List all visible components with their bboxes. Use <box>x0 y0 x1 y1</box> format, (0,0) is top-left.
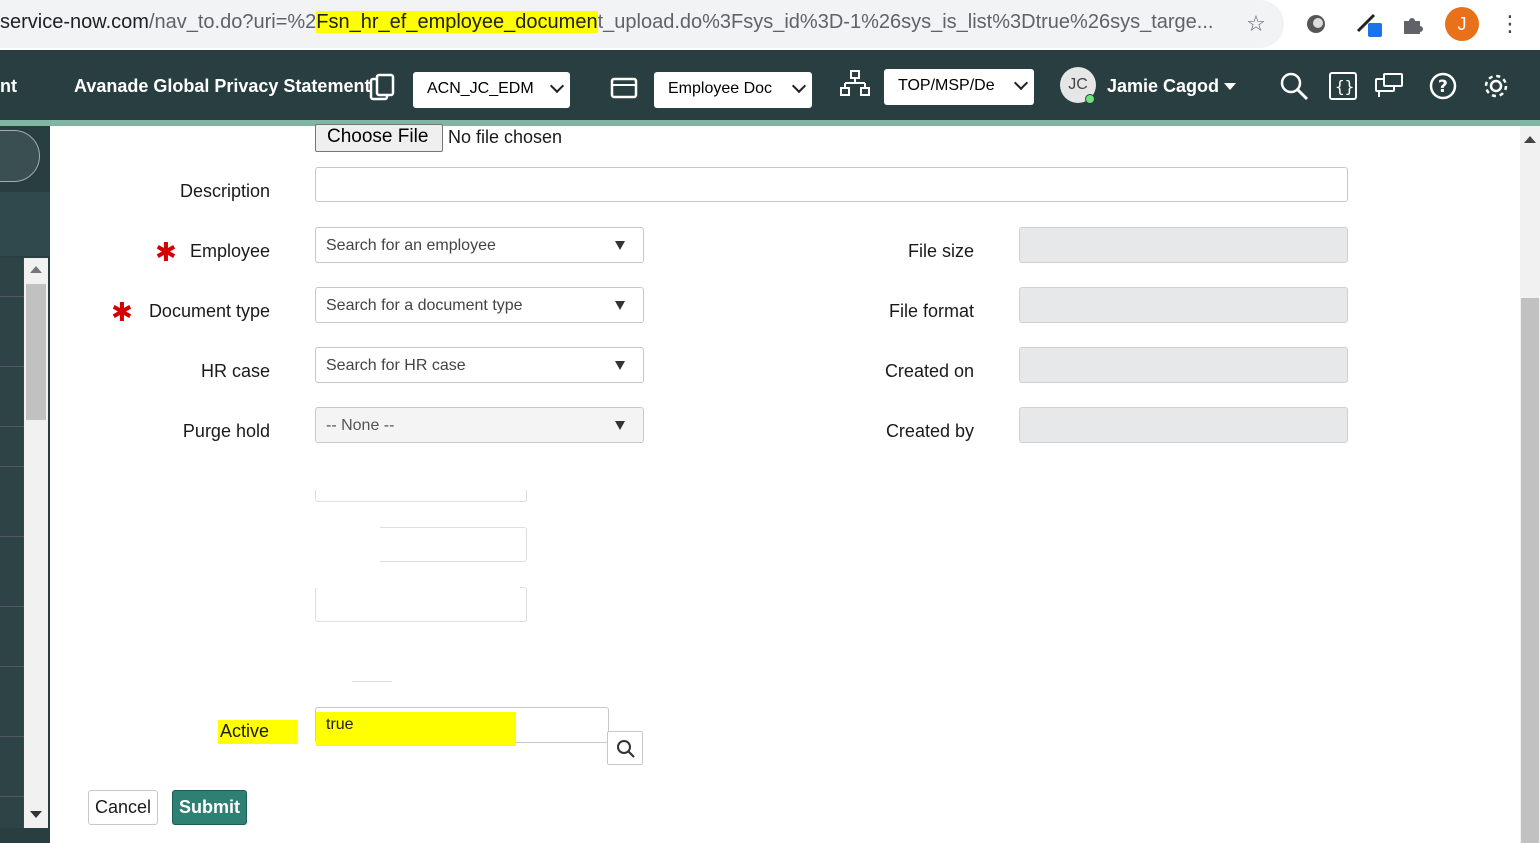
svg-text:?: ? <box>1438 77 1448 97</box>
browser-toolbar: service-now.com/nav_to.do?uri=%2Fsn_hr_e… <box>0 0 1540 50</box>
description-label: Description <box>179 181 270 201</box>
update-set-value: Employee Doc <box>668 80 773 97</box>
employee-select[interactable]: Search for an employee <box>315 227 644 263</box>
profile-avatar[interactable]: J <box>1445 7 1479 41</box>
application-scope-select[interactable]: ACN_JC_EDM <box>413 72 570 108</box>
header-cut-text: nt <box>0 76 17 96</box>
extension-circle-icon[interactable] <box>1300 8 1332 40</box>
choose-file-button[interactable]: Choose File <box>315 124 443 152</box>
gear-icon[interactable] <box>1478 68 1514 104</box>
purge-hold-label: Purge hold <box>182 421 270 441</box>
file-format-field <box>1019 287 1348 323</box>
page-scrollbar-thumb[interactable] <box>1521 298 1539 843</box>
user-menu-caret-icon[interactable] <box>1224 83 1236 90</box>
required-asterisk-icon: ✱ <box>155 237 177 267</box>
domain-value: TOP/MSP/De <box>898 77 995 94</box>
dropdown-caret-icon <box>615 301 625 310</box>
help-icon[interactable]: ? <box>1425 68 1461 104</box>
created-by-label: Created by <box>885 421 974 441</box>
hr-case-placeholder: Search for HR case <box>326 357 466 374</box>
submit-button[interactable]: Submit <box>172 790 247 825</box>
url-domain: service-now.com <box>0 11 149 33</box>
purge-hold-value: -- None -- <box>326 417 395 434</box>
created-on-field <box>1019 347 1348 383</box>
hr-case-label: HR case <box>200 361 270 381</box>
svg-text:{}: {} <box>1335 77 1354 96</box>
lookup-button[interactable] <box>607 731 643 765</box>
domain-select[interactable]: TOP/MSP/De <box>884 69 1034 105</box>
redaction-mask <box>305 580 520 588</box>
dropdown-caret-icon <box>615 361 625 370</box>
document-type-select[interactable]: Search for a document type <box>315 287 644 323</box>
domain-hierarchy-icon[interactable] <box>837 66 873 102</box>
document-type-placeholder: Search for a document type <box>326 297 523 314</box>
address-bar[interactable]: service-now.com/nav_to.do?uri=%2Fsn_hr_e… <box>0 0 1284 48</box>
navigator-module-list[interactable] <box>0 258 24 828</box>
header-title[interactable]: Avanade Global Privacy Statement <box>74 76 370 97</box>
script-debugger-icon[interactable]: {} <box>1325 68 1361 104</box>
user-name[interactable]: Jamie Cagod <box>1107 76 1219 97</box>
url-path-start: /nav_to.do?uri=%2 <box>148 11 317 33</box>
browser-menu-icon[interactable]: ⋮ <box>1494 8 1526 40</box>
employee-placeholder: Search for an employee <box>326 237 496 254</box>
page-scroll-up-arrow-icon[interactable] <box>1524 136 1536 143</box>
file-format-label: File format <box>888 301 974 321</box>
window-icon[interactable] <box>606 70 642 106</box>
search-icon[interactable] <box>1276 68 1312 104</box>
scroll-down-arrow-icon[interactable] <box>30 811 42 818</box>
purge-hold-select[interactable]: -- None -- <box>315 407 644 443</box>
redaction-mask <box>305 640 535 682</box>
chat-icon[interactable] <box>1372 68 1408 104</box>
bookmark-star-icon[interactable]: ☆ <box>1240 8 1272 40</box>
document-type-label: Document type <box>148 301 270 321</box>
dropdown-caret-icon <box>615 241 625 250</box>
hr-case-select[interactable]: Search for HR case <box>315 347 644 383</box>
navigator-scrollbar-thumb[interactable] <box>26 284 46 420</box>
copy-icon[interactable] <box>364 70 400 106</box>
redaction-mask <box>300 460 540 490</box>
header-accent-bar <box>0 120 1540 126</box>
application-scope-value: ACN_JC_EDM <box>427 80 534 97</box>
chevron-down-icon <box>549 78 565 94</box>
dropdown-caret-icon <box>615 421 625 430</box>
employee-label: Employee <box>189 241 270 261</box>
created-by-field <box>1019 407 1348 443</box>
file-size-field <box>1019 227 1348 263</box>
url-highlight: Fsn_hr_ef_employee_documen <box>316 11 598 33</box>
update-set-select[interactable]: Employee Doc <box>654 72 812 108</box>
file-status-text: No file chosen <box>448 127 563 147</box>
magnifier-icon <box>617 740 635 758</box>
chevron-down-icon <box>1013 75 1029 91</box>
chevron-down-icon <box>791 78 807 94</box>
cancel-button[interactable]: Cancel <box>88 790 158 825</box>
scroll-up-arrow-icon[interactable] <box>30 266 42 273</box>
active-value[interactable]: true <box>326 716 354 734</box>
redaction-mask <box>305 520 380 568</box>
eyedropper-extension-icon[interactable] <box>1352 8 1384 40</box>
presence-indicator <box>1085 94 1095 104</box>
navigator-selected-tab[interactable] <box>0 192 50 256</box>
created-on-label: Created on <box>884 361 974 381</box>
redaction-mask <box>352 640 392 682</box>
active-label: Active <box>220 721 270 741</box>
url-text[interactable]: service-now.com/nav_to.do?uri=%2Fsn_hr_e… <box>0 11 1225 34</box>
description-input[interactable] <box>315 167 1348 202</box>
extensions-puzzle-icon[interactable] <box>1396 8 1428 40</box>
redacted-field <box>315 587 527 622</box>
url-path-end: t_upload.do%3Fsys_id%3D-1%26sys_is_list%… <box>597 11 1214 33</box>
file-size-label: File size <box>907 241 974 261</box>
required-asterisk-icon: ✱ <box>111 297 133 327</box>
